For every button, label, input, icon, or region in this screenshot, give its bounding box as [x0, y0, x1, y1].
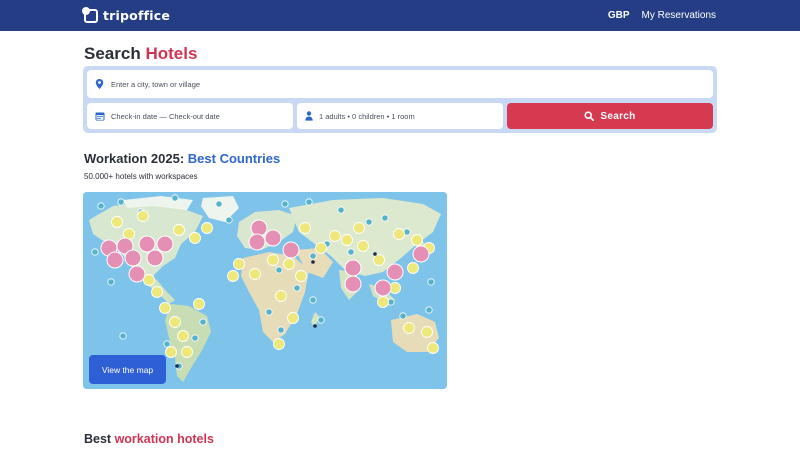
top-navigation-bar: tripoffice GBP My Reservations [0, 0, 800, 31]
destination-placeholder: Enter a city, town or village [111, 79, 201, 89]
guests-summary: 1 adults • 0 children • 1 room [319, 111, 415, 121]
destination-input[interactable]: Enter a city, town or village [87, 70, 713, 98]
header-nav: GBP My Reservations [608, 10, 716, 21]
search-form: Enter a city, town or village Check-in d… [83, 66, 717, 133]
guests-selector[interactable]: 1 adults • 0 children • 1 room [297, 103, 503, 129]
search-heading-accent: Hotels [145, 44, 198, 63]
best-hotels-heading: Best workation hotels [84, 432, 214, 446]
map-pin-icon [95, 79, 104, 89]
brand-logo[interactable]: tripoffice [82, 6, 171, 24]
date-range-placeholder: Check-in date — Check-out date [111, 111, 220, 121]
search-heading-plain: Search [84, 44, 146, 63]
logo-icon [82, 6, 98, 23]
workation-heading-plain: Workation 2025: [84, 151, 188, 166]
my-reservations-link[interactable]: My Reservations [642, 10, 716, 21]
best-hotels-heading-plain: Best [84, 432, 115, 446]
person-icon [305, 111, 313, 121]
date-range-input[interactable]: Check-in date — Check-out date [87, 103, 293, 129]
brand-name: tripoffice [103, 8, 171, 23]
view-map-button[interactable]: View the map [89, 355, 166, 384]
calendar-icon [95, 112, 105, 121]
search-button[interactable]: Search [507, 103, 713, 129]
search-heading: Search Hotels [84, 44, 197, 64]
search-icon [584, 111, 595, 121]
workation-subtitle: 50.000+ hotels with workspaces [84, 172, 198, 181]
currency-selector[interactable]: GBP [608, 10, 630, 21]
search-button-label: Search [600, 110, 636, 122]
workation-heading-accent: Best Countries [187, 151, 281, 166]
workation-heading: Workation 2025: Best Countries [84, 151, 280, 166]
best-hotels-heading-accent: workation hotels [114, 432, 214, 446]
